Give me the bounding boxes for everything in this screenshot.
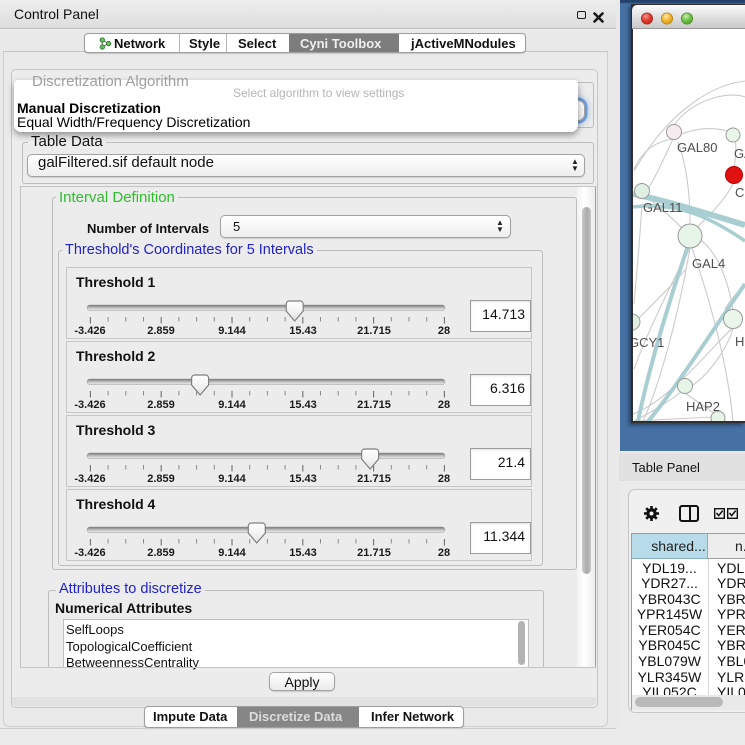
svg-text:GA: GA — [734, 146, 745, 161]
svg-text:GAL80: GAL80 — [677, 140, 717, 155]
svg-text:GCY1: GCY1 — [633, 335, 664, 350]
svg-text:H: H — [735, 334, 744, 349]
svg-text:GAL4: GAL4 — [692, 256, 725, 271]
svg-text:C: C — [735, 185, 744, 200]
svg-text:GAL11: GAL11 — [643, 200, 683, 215]
svg-text:HAP2: HAP2 — [686, 399, 720, 414]
